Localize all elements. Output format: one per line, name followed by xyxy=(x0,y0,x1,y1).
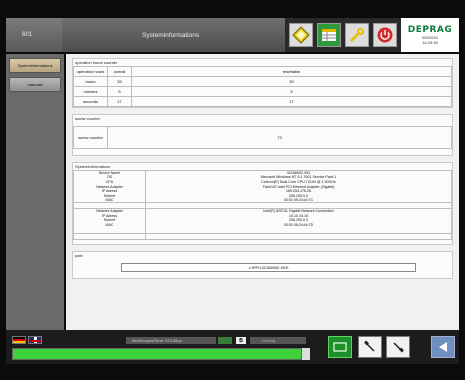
screw-count-value: 73 xyxy=(107,126,452,149)
operation-hours-section: operation hours counter operation hours … xyxy=(72,58,453,108)
col-header: resettable xyxy=(131,66,452,77)
sidebar-item-manuals[interactable]: manuals xyxy=(9,77,61,92)
status-text: MiniRequestTime: 974.08us xyxy=(126,337,216,344)
screwdriver-reverse-icon xyxy=(393,342,404,353)
path-section: path c:\PP\132168952-903\ xyxy=(72,250,453,279)
monitor-icon xyxy=(333,342,347,352)
screwdriver-reverse-button[interactable] xyxy=(386,336,410,358)
uk-flag-icon[interactable] xyxy=(28,336,42,344)
resettable-value: 5 xyxy=(131,86,452,97)
system-info-table: Device Name 32168952-903 OS Microsoft Wind… xyxy=(73,170,452,240)
header-time: 14:29:45 xyxy=(422,40,438,45)
page-title: Systeminformations xyxy=(62,18,285,52)
header-bar: 601 Systeminformations DEPRAG 6/5/2015 1… xyxy=(6,18,459,52)
progress-bar xyxy=(12,348,302,360)
sidebar-item-systeminformations[interactable]: Systeminformations xyxy=(9,58,61,73)
table-row: hours 39 39 xyxy=(73,76,452,87)
screw-counter-table: screw counter 73 xyxy=(73,126,452,149)
col-header: operation hours xyxy=(73,66,108,77)
screwdriver-button[interactable] xyxy=(358,336,382,358)
screwdriver-icon xyxy=(364,340,375,352)
back-arrow-icon xyxy=(439,342,447,352)
resettable-value: 39 xyxy=(131,76,452,87)
row-label: hours xyxy=(73,76,108,87)
system-info-section: Systeminformations Device Name 32168952-9… xyxy=(72,162,453,245)
section-title: Systeminformations xyxy=(75,164,111,169)
overall-value: 39 xyxy=(107,76,132,87)
header-icon-group xyxy=(285,18,401,52)
logo-name: DEPRAG xyxy=(407,25,453,35)
progress-fill xyxy=(13,349,301,359)
status-icon: B xyxy=(236,337,246,344)
screen-number: 601 xyxy=(6,18,62,52)
operation-hours-table: operation hours overall resettable hours… xyxy=(73,66,452,107)
table-row: screw counter 73 xyxy=(73,126,452,149)
back-button[interactable] xyxy=(431,336,455,358)
progress-end-cap xyxy=(302,348,310,360)
table-row: minutes 5 5 xyxy=(73,86,452,97)
path-field: c:\PP\132168952-903\ xyxy=(121,262,416,272)
sidebar: Systeminformations manuals xyxy=(6,54,64,332)
power-icon[interactable] xyxy=(373,23,397,47)
row-label: seconds xyxy=(73,96,108,107)
table-row: seconds 17 17 xyxy=(73,96,452,107)
col-header: overall xyxy=(107,66,132,77)
section-title: operation hours counter xyxy=(75,60,118,65)
status-indicator xyxy=(218,337,232,344)
screen: 601 Systeminformations DEPRAG 6/5/2015 1… xyxy=(0,0,465,380)
resettable-value: 17 xyxy=(131,96,452,107)
status-right-text: Deprag xyxy=(250,337,306,344)
diamond-icon[interactable] xyxy=(289,23,313,47)
german-flag-icon[interactable] xyxy=(12,336,26,344)
status-bar: MiniRequestTime: 974.08us B Deprag xyxy=(6,330,459,364)
monitor-button[interactable] xyxy=(328,336,352,358)
row-label: screw counter xyxy=(73,126,108,149)
brand-logo: DEPRAG 6/5/2015 14:29:45 xyxy=(401,18,459,52)
table-row xyxy=(73,232,452,240)
screw-counter-section: screw counter screw counter 73 xyxy=(72,114,453,156)
table-icon[interactable] xyxy=(317,23,341,47)
section-title: path xyxy=(75,252,83,258)
section-title: screw counter xyxy=(75,116,100,121)
overall-value: 17 xyxy=(107,96,132,107)
row-label: minutes xyxy=(73,86,108,97)
overall-value: 5 xyxy=(107,86,132,97)
main-content: operation hours counter operation hours … xyxy=(66,54,459,332)
wrench-icon[interactable] xyxy=(345,23,369,47)
